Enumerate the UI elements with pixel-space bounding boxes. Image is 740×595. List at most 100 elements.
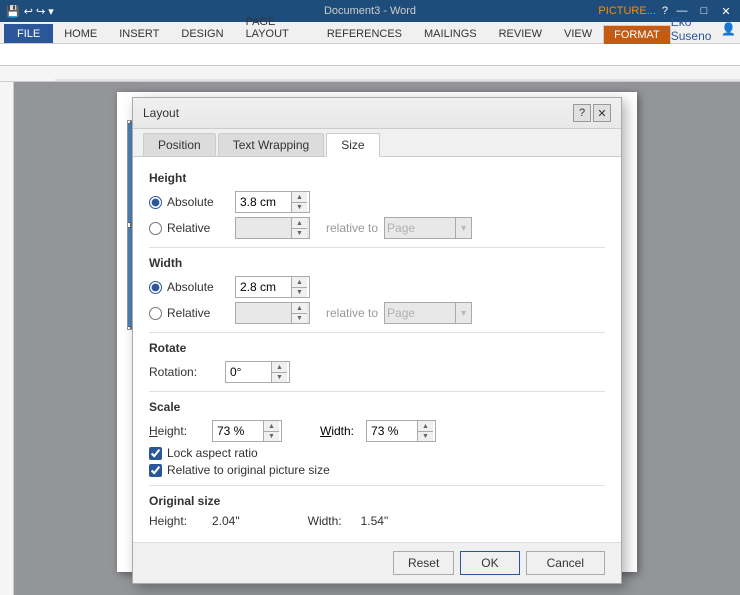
rotation-spin-down[interactable]: ▼ [272, 372, 287, 382]
width-spin-up[interactable]: ▲ [292, 277, 307, 287]
tab-references[interactable]: REFERENCES [316, 24, 413, 43]
tab-review[interactable]: REVIEW [488, 24, 553, 43]
side-ruler [0, 82, 14, 595]
height-absolute-radio[interactable] [149, 196, 162, 209]
rotation-value[interactable] [226, 364, 271, 380]
word-icon: 💾 [6, 5, 20, 18]
help-btn[interactable]: ? [662, 5, 668, 17]
width-section-title: Width [149, 256, 605, 270]
original-size-row: Height: 2.04" Width: 1.54" [149, 514, 605, 528]
tab-design[interactable]: DESIGN [170, 24, 234, 43]
lock-aspect-label[interactable]: Lock aspect ratio [149, 446, 605, 460]
tab-insert[interactable]: INSERT [108, 24, 170, 43]
height-spin-down[interactable]: ▼ [292, 202, 307, 212]
height-rel-spin-up: ▲ [292, 218, 307, 228]
width-relative-label[interactable]: Relative [149, 306, 229, 320]
reset-button[interactable]: Reset [393, 551, 454, 575]
dialog-body: Height Absolute ▲ ▼ [133, 157, 621, 542]
width-absolute-input[interactable]: ▲ ▼ [235, 276, 310, 298]
scale-row: Height: ▲ ▼ Width: [149, 420, 605, 442]
orig-height-value: 2.04" [212, 514, 240, 528]
document-page: Layout ? ✕ Position Text Wrapping [117, 92, 637, 572]
rotate-divider [149, 391, 605, 392]
quick-access: ↩ ↪ ▾ [24, 5, 54, 18]
main-area: Layout ? ✕ Position Text Wrapping [0, 82, 740, 595]
scale-section-title: Scale [149, 400, 605, 414]
dialog-title-bar: Layout ? ✕ [133, 98, 621, 129]
tab-size[interactable]: Size [326, 133, 379, 157]
layout-dialog: Layout ? ✕ Position Text Wrapping [132, 97, 622, 584]
tab-mailings[interactable]: MAILINGS [413, 24, 488, 43]
width-absolute-value[interactable] [236, 279, 291, 295]
tab-position[interactable]: Position [143, 133, 216, 156]
rotation-spin-btns[interactable]: ▲ ▼ [271, 362, 287, 382]
relative-to-original-checkbox[interactable] [149, 464, 162, 477]
width-relative-value [236, 305, 291, 321]
height-spin-up[interactable]: ▲ [292, 192, 307, 202]
rotation-spin-up[interactable]: ▲ [272, 362, 287, 372]
scale-w-down[interactable]: ▼ [418, 431, 433, 441]
height-absolute-value[interactable] [236, 194, 291, 210]
scale-width-value[interactable] [367, 423, 417, 439]
height-relative-value [236, 220, 291, 236]
dialog-title: Layout [143, 106, 179, 120]
scale-h-up[interactable]: ▲ [264, 421, 279, 431]
rotate-section-title: Rotate [149, 341, 605, 355]
dialog-help-btn[interactable]: ? [573, 104, 591, 122]
height-absolute-label[interactable]: Absolute [149, 195, 229, 209]
scale-w-up[interactable]: ▲ [418, 421, 433, 431]
original-size-title: Original size [149, 494, 605, 508]
tab-format[interactable]: FORMAT [603, 25, 671, 44]
tab-view[interactable]: VIEW [553, 24, 603, 43]
user-name: Eko Suseno 👤 [671, 15, 736, 43]
height-relative-radio[interactable] [149, 222, 162, 235]
cancel-button[interactable]: Cancel [526, 551, 605, 575]
scale-h-down[interactable]: ▼ [264, 431, 279, 441]
scale-height-spin[interactable]: ▲ ▼ [263, 421, 279, 441]
width-spin-btns[interactable]: ▲ ▼ [291, 277, 307, 297]
width-relative-spin: ▲ ▼ [291, 303, 307, 323]
tab-text-wrapping[interactable]: Text Wrapping [218, 133, 324, 156]
rotation-label: Rotation: [149, 365, 219, 379]
dialog-close-btn[interactable]: ✕ [593, 104, 611, 122]
scale-width-spin[interactable]: ▲ ▼ [417, 421, 433, 441]
dialog-overlay: Layout ? ✕ Position Text Wrapping [117, 92, 637, 572]
height-absolute-row: Absolute ▲ ▼ [149, 191, 605, 213]
scale-height-value[interactable] [213, 423, 263, 439]
width-relative-row: Relative ▲ ▼ relative to [149, 302, 605, 324]
tab-file[interactable]: FILE [4, 24, 53, 43]
user-avatar-icon: 👤 [721, 22, 736, 36]
width-rel-spin-up: ▲ [292, 303, 307, 313]
relative-to-original-label[interactable]: Relative to original picture size [149, 463, 605, 477]
width-page-select: Page [385, 306, 455, 320]
scale-width-input[interactable]: ▲ ▼ [366, 420, 436, 442]
tab-page-layout[interactable]: PAGE LAYOUT [235, 12, 316, 43]
title-bar-left: 💾 ↩ ↪ ▾ [6, 5, 54, 18]
ok-button[interactable]: OK [460, 551, 519, 575]
width-divider [149, 332, 605, 333]
width-absolute-radio[interactable] [149, 281, 162, 294]
tab-home[interactable]: HOME [53, 24, 108, 43]
width-spin-down[interactable]: ▼ [292, 287, 307, 297]
dialog-tabs: Position Text Wrapping Size [133, 129, 621, 157]
height-select-arrow: ▼ [455, 218, 471, 238]
title-bar: 💾 ↩ ↪ ▾ Document3 - Word PICTURE... ? — … [0, 0, 740, 22]
height-spin-btns[interactable]: ▲ ▼ [291, 192, 307, 212]
width-relative-to-label: relative to [326, 306, 378, 320]
rotation-input[interactable]: ▲ ▼ [225, 361, 290, 383]
height-relative-label[interactable]: Relative [149, 221, 229, 235]
orig-width-label: Width: [308, 514, 353, 528]
height-page-select: Page [385, 221, 455, 235]
scale-height-input[interactable]: ▲ ▼ [212, 420, 282, 442]
height-absolute-input[interactable]: ▲ ▼ [235, 191, 310, 213]
height-relative-to-label: relative to [326, 221, 378, 235]
height-relative-spin: ▲ ▼ [291, 218, 307, 238]
ruler [0, 66, 740, 82]
width-rel-spin-down: ▼ [292, 313, 307, 323]
lock-aspect-checkbox[interactable] [149, 447, 162, 460]
dialog-controls: ? ✕ [573, 104, 611, 122]
width-relative-radio[interactable] [149, 307, 162, 320]
height-relative-row: Relative ▲ ▼ relative to [149, 217, 605, 239]
height-relative-to-select: Page ▼ [384, 217, 472, 239]
width-absolute-label[interactable]: Absolute [149, 280, 229, 294]
